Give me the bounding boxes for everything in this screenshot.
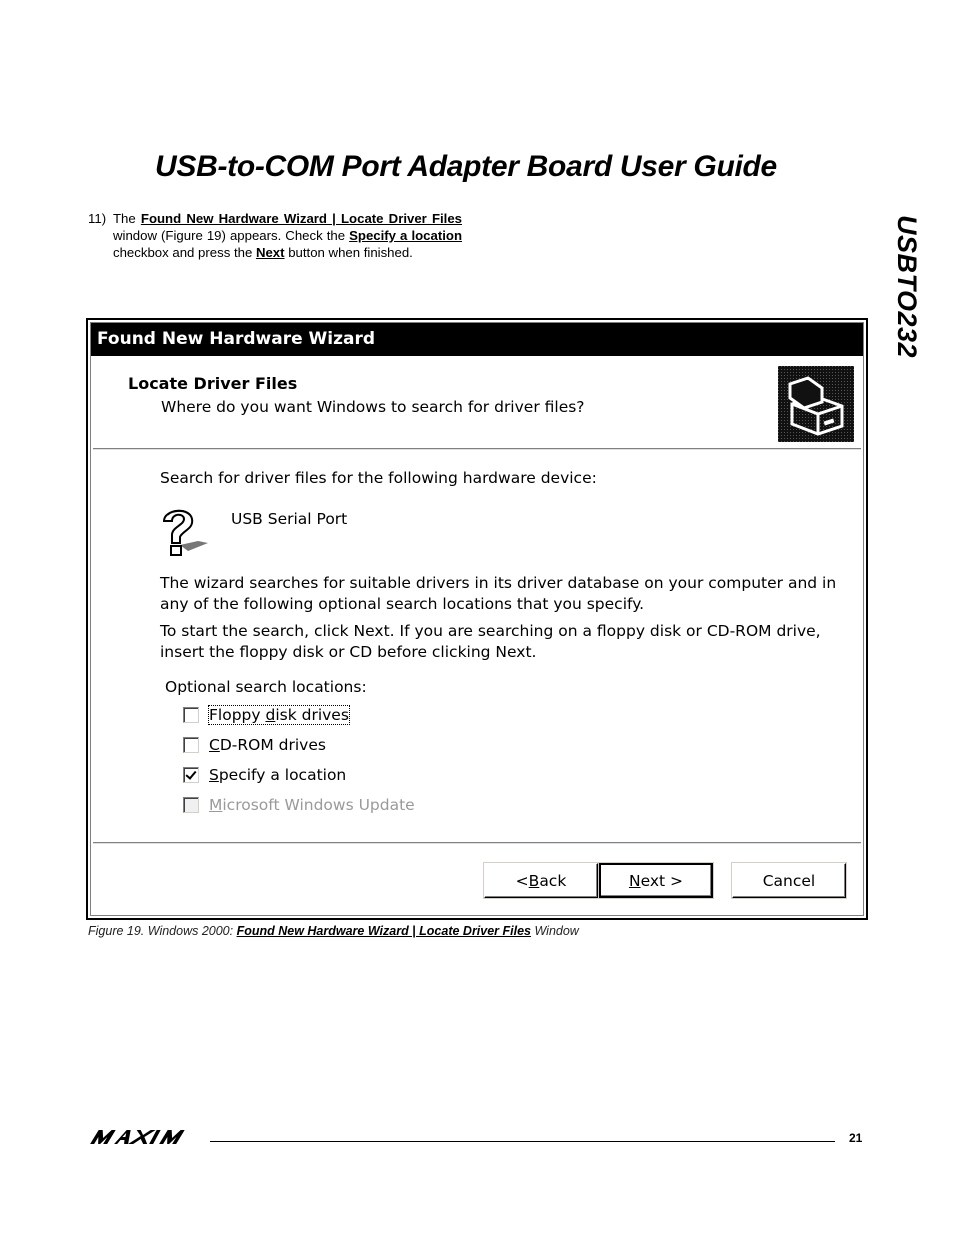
step-text-part: The bbox=[113, 211, 141, 226]
step-number: 11) bbox=[88, 211, 107, 226]
checkbox-box-disabled bbox=[183, 797, 199, 813]
next-button[interactable]: Next > bbox=[599, 863, 713, 898]
wizard-window: Found New Hardware Wizard Locate Driver … bbox=[86, 318, 868, 920]
paragraph2-line1: To start the search, click Next. If you … bbox=[160, 622, 821, 640]
checkbox-box[interactable] bbox=[183, 707, 199, 723]
header-subtitle: Where do you want Windows to search for … bbox=[161, 398, 585, 416]
checkbox-label: Microsoft Windows Update bbox=[209, 796, 415, 814]
step-11: 11) The Found New Hardware Wizard | Loca… bbox=[88, 210, 462, 261]
side-title: USBTO232 bbox=[882, 215, 922, 405]
document-title: USB-to-COM Port Adapter Board User Guide bbox=[155, 150, 777, 183]
step-checkbox-name: Specify a location bbox=[349, 228, 462, 243]
paragraph1-line2: any of the following optional search loc… bbox=[160, 595, 645, 613]
step-text-part: checkbox and press the bbox=[113, 245, 256, 260]
device-name: USB Serial Port bbox=[231, 510, 348, 528]
caption-suffix: Window bbox=[531, 924, 579, 938]
hardware-card-icon bbox=[778, 366, 854, 442]
side-title-text: USBTO232 bbox=[892, 215, 922, 359]
intro-text: Search for driver files for the followin… bbox=[160, 469, 597, 487]
step-text-part: window (Figure 19) appears. Check the bbox=[113, 228, 350, 243]
checkbox-microsoft-windows-update: Microsoft Windows Update bbox=[183, 796, 415, 814]
figure-caption: Figure 19. Windows 2000: Found New Hardw… bbox=[88, 924, 579, 938]
options-label: Optional search locations: bbox=[165, 678, 367, 696]
footer-rule bbox=[210, 1141, 835, 1142]
step-text-part: button when finished. bbox=[284, 245, 413, 260]
checkbox-box[interactable] bbox=[183, 737, 199, 753]
maxim-logo bbox=[88, 1129, 200, 1150]
step-text: The Found New Hardware Wizard | Locate D… bbox=[113, 210, 462, 261]
paragraph2-line2: insert the floppy disk or CD before clic… bbox=[160, 643, 537, 661]
checkbox-label[interactable]: Floppy disk drives bbox=[208, 705, 350, 725]
caption-prefix: Figure 19. Windows 2000: bbox=[88, 924, 237, 938]
step-window-name: Found New Hardware Wizard | Locate Drive… bbox=[140, 211, 462, 226]
checkbox-specify-a-location[interactable]: Specify a location bbox=[183, 766, 346, 784]
page-number: 21 bbox=[849, 1131, 863, 1145]
checkbox-box-checked[interactable] bbox=[183, 767, 199, 783]
unknown-device-question-icon bbox=[158, 505, 214, 561]
checkbox-cd-rom-drives[interactable]: CD-ROM drives bbox=[183, 736, 326, 754]
back-button[interactable]: < Back bbox=[484, 863, 598, 898]
paragraph1-line1: The wizard searches for suitable drivers… bbox=[160, 574, 837, 592]
header-title: Locate Driver Files bbox=[128, 374, 298, 393]
caption-window-name: Found New Hardware Wizard | Locate Drive… bbox=[236, 924, 532, 938]
checkbox-label[interactable]: CD-ROM drives bbox=[209, 736, 326, 754]
checkbox-label[interactable]: Specify a location bbox=[209, 766, 346, 784]
footer-separator bbox=[93, 842, 861, 844]
window-titlebar[interactable]: Found New Hardware Wizard bbox=[91, 323, 863, 356]
checkbox-floppy-disk-drives[interactable]: Floppy disk drives bbox=[183, 705, 350, 725]
step-button-name: Next bbox=[255, 245, 285, 260]
header-separator bbox=[93, 448, 861, 450]
cancel-button[interactable]: Cancel bbox=[732, 863, 846, 898]
